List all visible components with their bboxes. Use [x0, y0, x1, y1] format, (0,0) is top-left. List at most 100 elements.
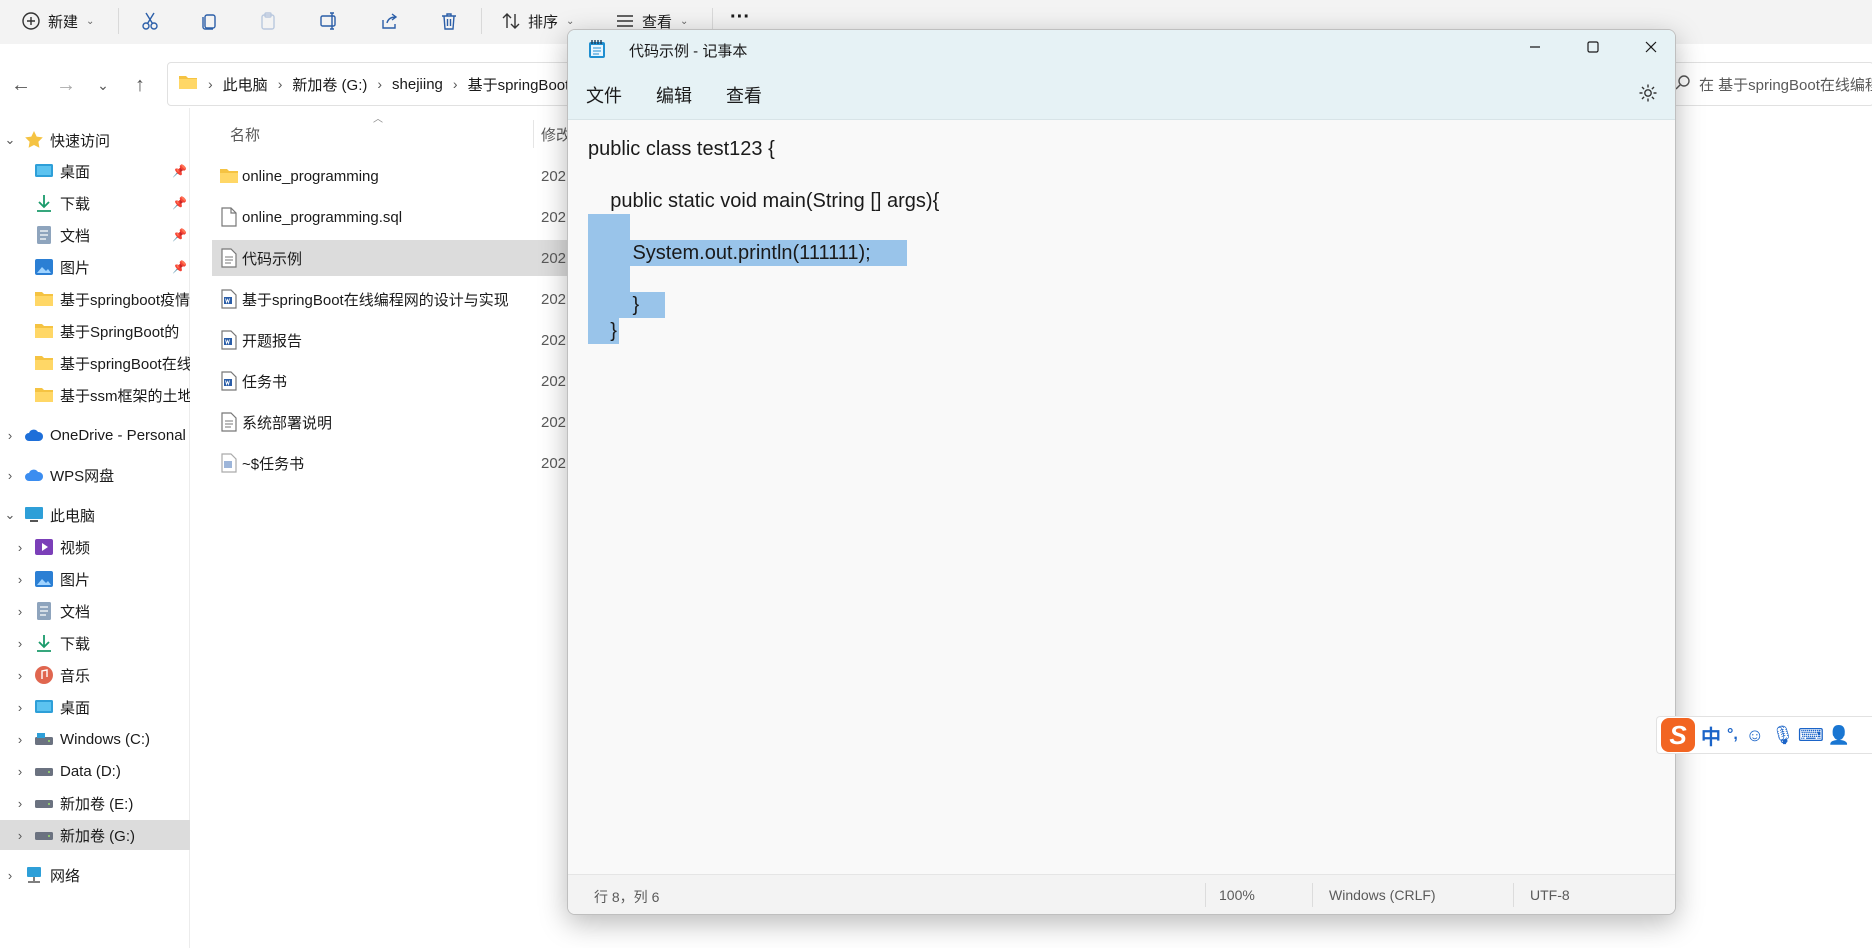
minimize-button[interactable] — [1506, 30, 1564, 68]
notepad-titlebar[interactable]: 代码示例 - 记事本 — [568, 30, 1675, 68]
copy-icon — [198, 10, 220, 32]
file-row[interactable]: 基于springBoot在线编程网的设计与实现 202 — [212, 281, 572, 317]
menu-edit[interactable]: 编辑 — [656, 82, 692, 108]
sidebar-item-wps[interactable]: › WPS网盘 — [0, 460, 190, 490]
sidebar-item-documents[interactable]: › 文档 — [0, 596, 190, 626]
sidebar-item-drive-e[interactable]: › 新加卷 (E:) — [0, 788, 190, 818]
sidebar-item-quick-access[interactable]: ⌄ 快速访问 — [0, 125, 190, 155]
sidebar-item-desktop[interactable]: 桌面 📌 — [0, 156, 190, 186]
code-line: } — [588, 294, 640, 316]
text-editor[interactable]: public class test123 { public static voi… — [568, 120, 1675, 875]
desktop-icon — [34, 697, 54, 717]
word-document-icon — [218, 288, 240, 310]
pin-icon[interactable]: 📌 — [172, 260, 187, 274]
sidebar-item-downloads[interactable]: 下载 📌 — [0, 188, 190, 218]
sidebar-item-drive-c[interactable]: › Windows (C:) — [0, 724, 190, 754]
file-row[interactable]: 任务书 202 — [212, 363, 572, 399]
sidebar-item-drive-g[interactable]: › 新加卷 (G:) — [0, 820, 190, 850]
back-button[interactable]: ← — [8, 72, 34, 98]
chevron-right-icon: › — [17, 731, 23, 747]
sidebar-item-onedrive[interactable]: › OneDrive - Personal — [0, 420, 190, 450]
chevron-down-icon: ⌄ — [680, 15, 689, 27]
sidebar-item-music[interactable]: › 音乐 — [0, 660, 190, 690]
file-row[interactable]: online_programming.sql 202 — [212, 199, 572, 235]
navigation-pane: ⌄ 快速访问 桌面 📌 下载 📌 文档 📌 图片 📌 基于springboot疫… — [0, 125, 190, 948]
sidebar-item-desktop[interactable]: › 桌面 — [0, 692, 190, 722]
breadcrumb-item[interactable]: 此电脑 — [223, 74, 268, 95]
text-file-icon — [218, 411, 240, 433]
sidebar-item-this-pc[interactable]: ⌄ 此电脑 — [0, 500, 190, 530]
ime-toolbar[interactable]: S 中 °, ☺ 🎙 ⌨ 👤 — [1656, 716, 1872, 754]
encoding[interactable]: UTF-8 — [1530, 887, 1570, 903]
chevron-right-icon: › — [17, 795, 23, 811]
close-icon — [1644, 40, 1658, 59]
chevron-down-icon: ⌄ — [97, 76, 109, 93]
more-options-button[interactable]: ··· — [730, 2, 750, 32]
sidebar-item-pictures[interactable]: 图片 📌 — [0, 252, 190, 282]
menu-file[interactable]: 文件 — [586, 82, 622, 108]
file-row[interactable]: 开题报告 202 — [212, 322, 572, 358]
sidebar-label: Windows (C:) — [60, 730, 151, 748]
sidebar-item-folder[interactable]: 基于SpringBoot的 — [0, 316, 190, 346]
pin-icon[interactable]: 📌 — [172, 196, 187, 210]
close-button[interactable] — [1622, 30, 1675, 68]
sidebar-item-documents[interactable]: 文档 📌 — [0, 220, 190, 250]
pin-icon[interactable]: 📌 — [172, 164, 187, 178]
sidebar-label: 基于springBoot在线 — [60, 355, 190, 373]
cursor-position: 行 8，列 6 — [594, 889, 660, 905]
skin-icon[interactable]: 👤 — [1828, 724, 1850, 746]
file-row[interactable]: 系统部署说明 202 — [212, 404, 572, 440]
file-row[interactable]: 代码示例 202 — [212, 240, 572, 276]
file-name: 任务书 — [242, 373, 288, 391]
new-button[interactable]: 新建 ⌄ — [20, 6, 94, 36]
sidebar-item-videos[interactable]: › 视频 — [0, 532, 190, 562]
minimize-icon — [1528, 40, 1542, 59]
line-ending[interactable]: Windows (CRLF) — [1329, 887, 1436, 903]
sidebar-label: 此电脑 — [50, 507, 96, 525]
settings-gear-icon[interactable] — [1637, 82, 1659, 104]
sidebar-item-pictures[interactable]: › 图片 — [0, 564, 190, 594]
sidebar-item-folder[interactable]: 基于springboot疫情 — [0, 284, 190, 314]
file-row[interactable]: online_programming 202 — [212, 158, 572, 194]
maximize-button[interactable] — [1564, 30, 1622, 68]
breadcrumb-item[interactable]: shejiing — [392, 76, 443, 93]
sidebar-item-downloads[interactable]: › 下载 — [0, 628, 190, 658]
sidebar-item-folder[interactable]: 基于springBoot在线 — [0, 348, 190, 378]
rename-button[interactable] — [318, 6, 340, 36]
pin-icon[interactable]: 📌 — [172, 228, 187, 242]
ime-mode[interactable]: 中 — [1701, 721, 1721, 750]
chevron-down-icon: ⌄ — [4, 507, 16, 522]
breadcrumb-item[interactable]: 新加卷 (G:) — [292, 74, 367, 95]
code-line: System.out.println(111111); — [588, 242, 871, 264]
sidebar-item-network[interactable]: › 网络 — [0, 860, 190, 890]
sort-button[interactable]: 排序 ⌄ — [500, 6, 574, 36]
forward-button[interactable]: → — [53, 72, 79, 98]
sidebar-label: 桌面 — [60, 699, 91, 717]
window-title: 代码示例 - 记事本 — [629, 43, 748, 60]
plus-circle-icon — [20, 10, 42, 32]
file-date: 202 — [541, 372, 567, 390]
delete-button[interactable] — [438, 6, 460, 36]
sidebar-item-drive-d[interactable]: › Data (D:) — [0, 756, 190, 786]
column-header-name[interactable]: 名称 — [230, 124, 260, 145]
share-button[interactable] — [378, 6, 400, 36]
up-button[interactable]: ↑ — [127, 72, 153, 98]
cut-button[interactable] — [139, 6, 161, 36]
menu-view[interactable]: 查看 — [726, 82, 762, 108]
file-row[interactable]: ~$任务书 202 — [212, 445, 572, 481]
ime-punctuation[interactable]: °, — [1727, 726, 1738, 744]
chevron-right-icon: › — [17, 763, 23, 779]
chevron-right-icon: › — [17, 699, 23, 715]
keyboard-icon[interactable]: ⌨ — [1798, 724, 1824, 746]
copy-button[interactable] — [198, 6, 220, 36]
text-file-icon — [218, 247, 240, 269]
search-box[interactable]: 在 基于springBoot在线编程网的设计与实现 中搜索 — [1664, 62, 1872, 106]
microphone-icon[interactable]: 🎙 — [1771, 724, 1794, 746]
paste-button[interactable] — [257, 6, 279, 36]
zoom-level[interactable]: 100% — [1219, 887, 1255, 903]
emoji-icon[interactable]: ☺ — [1744, 724, 1766, 746]
sogou-logo-icon[interactable]: S — [1661, 718, 1695, 752]
recent-locations-button[interactable]: ⌄ — [90, 72, 116, 98]
folder-icon — [218, 165, 240, 187]
sidebar-item-folder[interactable]: 基于ssm框架的土地 — [0, 380, 190, 410]
